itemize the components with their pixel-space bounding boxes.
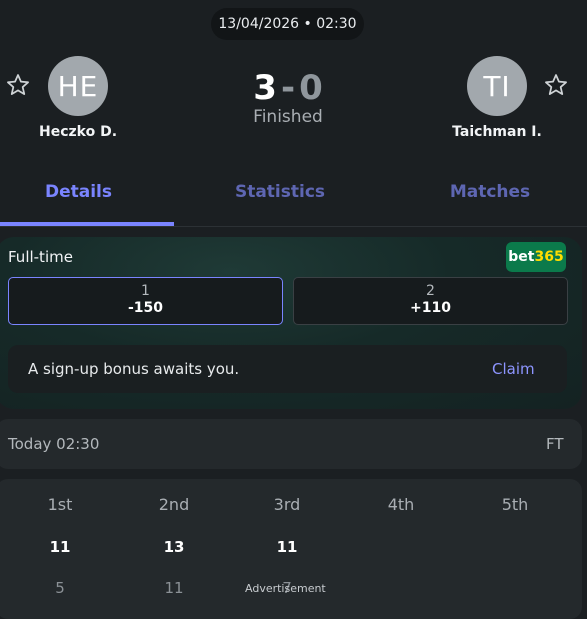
odds-title: Full-time bbox=[8, 248, 73, 266]
odds-option-value: -150 bbox=[127, 300, 164, 316]
tab-matches[interactable]: Matches bbox=[410, 182, 570, 202]
set-header-2: 2nd bbox=[158, 495, 190, 514]
favorite-star-icon-home[interactable] bbox=[5, 72, 31, 98]
set-header-3: 3rd bbox=[273, 495, 301, 514]
away-score: 0 bbox=[299, 68, 323, 108]
scoreboard: 3-0 bbox=[220, 68, 356, 108]
advertisement-label: Advertisement bbox=[245, 582, 326, 595]
odds-option-value: +110 bbox=[410, 300, 451, 316]
score-separator: - bbox=[280, 68, 296, 108]
home-player-name[interactable]: Heczko D. bbox=[8, 124, 148, 140]
promo-text: A sign-up bonus awaits you. bbox=[28, 360, 240, 378]
signup-bonus-banner: A sign-up bonus awaits you. Claim bbox=[8, 345, 567, 393]
home-avatar[interactable]: HE bbox=[48, 56, 108, 116]
bet365-logo[interactable]: bet 365 bbox=[506, 242, 566, 272]
odds-card: Full-time bet 365 1 -150 2 +110 A sign-up… bbox=[0, 237, 582, 409]
set-score-home-1: 11 bbox=[49, 538, 71, 556]
set-score-away-1: 5 bbox=[55, 579, 65, 597]
match-time-card: Today 02:30 FT bbox=[0, 419, 582, 469]
set-score-home-3: 11 bbox=[276, 538, 298, 556]
odds-option-home[interactable]: 1 -150 bbox=[8, 277, 283, 325]
set-header-1: 1st bbox=[47, 495, 73, 514]
match-datetime: 13/04/2026 • 02:30 bbox=[211, 8, 364, 40]
match-status: Finished bbox=[253, 107, 323, 127]
tab-details[interactable]: Details bbox=[0, 182, 157, 202]
set-header-4: 4th bbox=[387, 495, 415, 514]
set-score-home-2: 13 bbox=[163, 538, 185, 556]
tab-bar: Details Statistics Matches bbox=[0, 172, 587, 227]
claim-button[interactable]: Claim bbox=[492, 360, 535, 378]
active-tab-indicator bbox=[0, 222, 174, 226]
set-score-away-2: 11 bbox=[164, 579, 184, 597]
odds-option-away[interactable]: 2 +110 bbox=[293, 277, 568, 325]
odds-option-label: 1 bbox=[141, 283, 150, 299]
tab-statistics[interactable]: Statistics bbox=[200, 182, 360, 202]
away-player-name[interactable]: Taichman I. bbox=[427, 124, 567, 140]
favorite-star-icon-away[interactable] bbox=[543, 72, 569, 98]
odds-option-label: 2 bbox=[426, 283, 435, 299]
home-score: 3 bbox=[253, 68, 277, 108]
away-avatar[interactable]: TI bbox=[467, 56, 527, 116]
match-start-time: Today 02:30 bbox=[8, 435, 100, 453]
match-final-status: FT bbox=[546, 435, 564, 453]
set-scores-card: 1st 2nd 3rd 4th 5th 11 13 11 5 11 7 bbox=[0, 479, 582, 619]
set-header-5: 5th bbox=[501, 495, 529, 514]
